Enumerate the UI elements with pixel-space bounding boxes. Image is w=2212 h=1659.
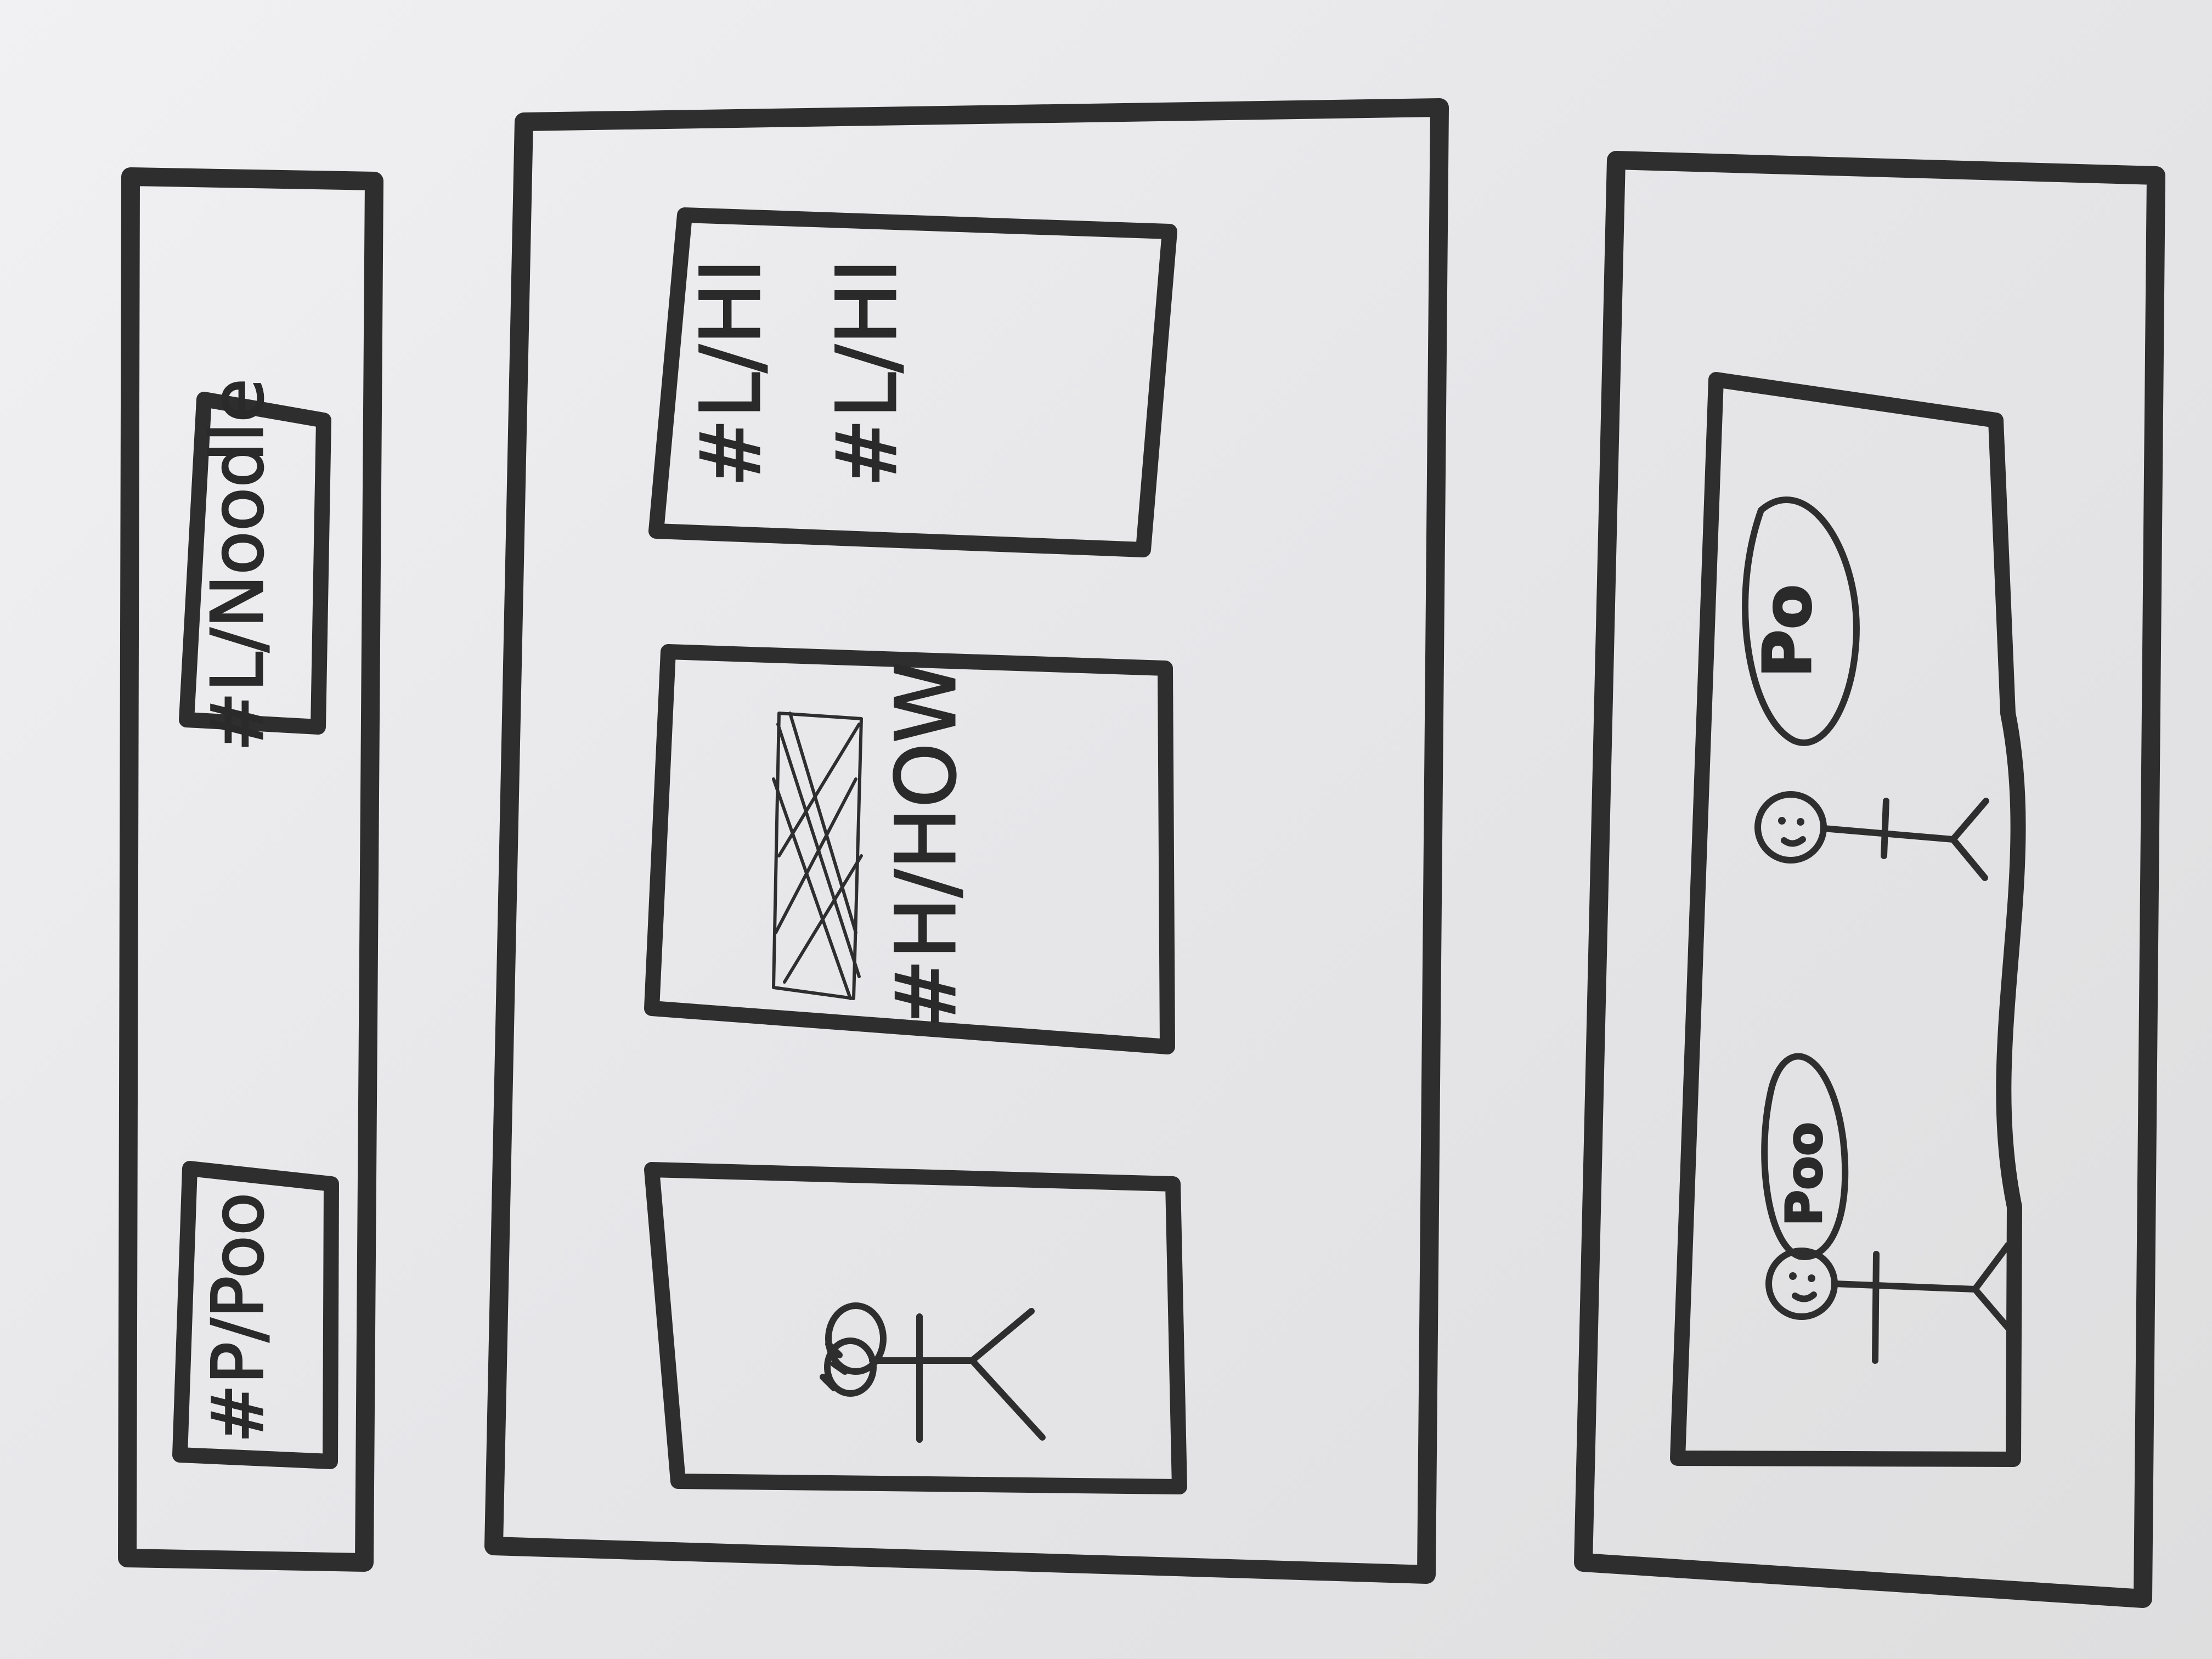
chat-area-box xyxy=(1670,372,2026,1467)
message-group-2: Poo xyxy=(1761,1053,2011,1364)
message-group-1: Po xyxy=(1742,496,1989,881)
speech-bubble-1[interactable]: Po xyxy=(1742,496,1860,746)
card-hi-line-1: #L/HI xyxy=(684,259,779,488)
speech-bubble-2[interactable]: Poo xyxy=(1761,1053,1849,1260)
avatar-1-icon xyxy=(1754,791,1989,881)
middle-panel: #L/HI #L/HI #H/HOW xyxy=(484,98,1449,1584)
card-how[interactable]: #H/HOW xyxy=(644,644,1175,1054)
card-person-box xyxy=(644,1162,1187,1494)
right-panel: Po Poo xyxy=(1574,151,2165,1608)
chip-poo[interactable]: #P/Poo xyxy=(172,1161,339,1469)
chip-noodle-label: #L/Noodle xyxy=(196,379,279,752)
card-person[interactable] xyxy=(644,1162,1187,1494)
chip-poo-label: #P/Poo xyxy=(198,1193,279,1443)
card-hi[interactable]: #L/HI #L/HI xyxy=(648,207,1177,557)
chip-noodle[interactable]: #L/Noodle xyxy=(179,377,331,753)
scribbled-block xyxy=(772,712,863,1000)
left-panel: #L/Noodle #P/Poo xyxy=(118,167,383,1572)
speech-bubble-1-label: Po xyxy=(1750,584,1826,678)
card-how-label: #H/HOW xyxy=(879,662,974,1028)
avatar-2-icon xyxy=(1765,1242,2011,1364)
paper-sketch: #L/Noodle #P/Poo #L/HI #L/HI #H/HOW Po P… xyxy=(118,98,2165,1608)
card-hi-line-2: #L/HI xyxy=(820,259,915,488)
speech-bubble-2-label: Poo xyxy=(1776,1122,1833,1226)
sketch-page: #L/Noodle #P/Poo #L/HI #L/HI #H/HOW Po P… xyxy=(0,0,2212,1659)
stick-figure-icon xyxy=(820,1302,1046,1443)
right-panel-frame xyxy=(1574,151,2165,1608)
